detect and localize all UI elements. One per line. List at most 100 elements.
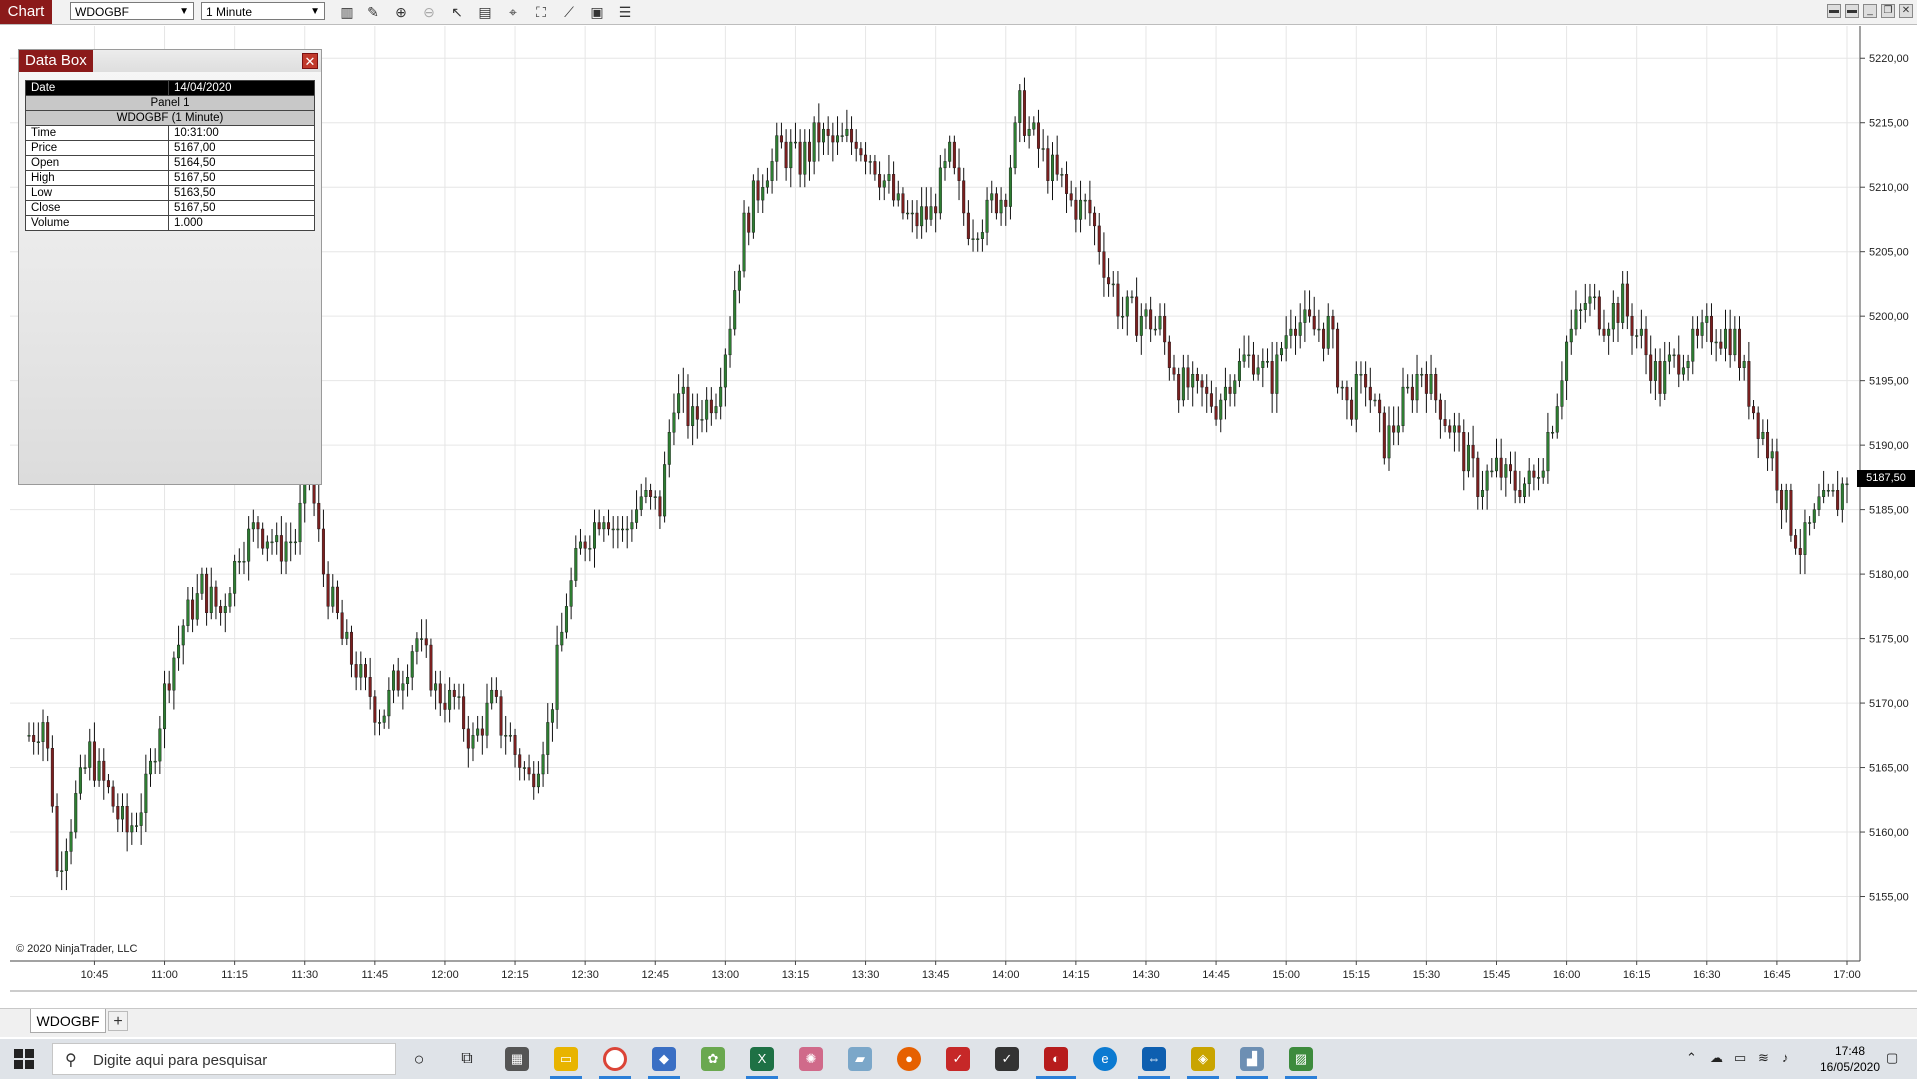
candle-body: [443, 702, 447, 710]
chevron-down-icon: ▼: [179, 6, 189, 17]
candle-body: [980, 232, 984, 239]
properties-icon[interactable]: ☰: [616, 3, 634, 21]
data-box-icon[interactable]: ▤: [476, 3, 494, 21]
app-icon[interactable]: ✓: [995, 1047, 1019, 1071]
app-icon[interactable]: ◈: [1191, 1047, 1215, 1071]
candle-body: [1667, 354, 1671, 362]
candle-body: [807, 141, 811, 162]
candle-body: [476, 728, 480, 736]
candle-body: [1410, 386, 1414, 401]
app-icon[interactable]: ▨: [1289, 1047, 1313, 1071]
candle-body: [32, 735, 36, 742]
tile-icon[interactable]: ▬: [1827, 4, 1841, 18]
candle-body: [387, 689, 391, 717]
candle-body: [803, 141, 807, 175]
candle-body: [331, 586, 335, 607]
candle-body: [1153, 328, 1157, 331]
candle-body: [1308, 309, 1312, 317]
firefox-icon[interactable]: ●: [897, 1047, 921, 1071]
candle-body: [901, 193, 905, 214]
candle-body: [1060, 174, 1064, 176]
candle-body: [1205, 386, 1209, 394]
drawing-tool-icon[interactable]: ✎: [364, 3, 382, 21]
candle-body: [976, 238, 980, 240]
candle-body: [1518, 490, 1522, 497]
clock-date[interactable]: 16/05/2020: [1810, 1060, 1890, 1074]
candle-body: [793, 141, 797, 144]
x-tick-label: 15:30: [1413, 969, 1441, 981]
data-box-window[interactable]: Data Box ✕ Date 14/04/2020 Panel 1 WDOGB…: [18, 49, 322, 485]
chart-window-tab[interactable]: Chart: [0, 0, 52, 24]
notifications-icon[interactable]: ▢: [1886, 1050, 1898, 1066]
battery-icon[interactable]: ▭: [1734, 1050, 1746, 1066]
interval-selector[interactable]: 1 Minute ▼: [201, 2, 325, 20]
candle-body: [1728, 328, 1732, 356]
file-explorer-icon[interactable]: ▭: [554, 1047, 578, 1071]
candle-body: [1354, 374, 1358, 420]
candle-body: [1602, 328, 1606, 336]
candle-body: [635, 509, 639, 523]
candle-body: [1738, 328, 1742, 368]
tile2-icon[interactable]: ▬: [1845, 4, 1859, 18]
candle-body: [621, 528, 625, 531]
x-tick-label: 13:15: [782, 969, 810, 981]
table-row: High 5167,50: [25, 170, 315, 186]
add-tab-button[interactable]: +: [108, 1011, 128, 1031]
app-icon[interactable]: ✺: [799, 1047, 823, 1071]
candle-body: [924, 206, 928, 220]
candle-body: [1742, 361, 1746, 368]
indicators-icon[interactable]: ⟋: [560, 3, 578, 21]
data-box-titlebar[interactable]: Data Box ✕: [19, 50, 321, 72]
zoom-out-icon[interactable]: ⊖: [420, 3, 438, 21]
app-icon[interactable]: ▰: [848, 1047, 872, 1071]
edge-icon[interactable]: e: [1093, 1047, 1117, 1071]
instrument-selector[interactable]: WDOGBF ▼: [70, 2, 194, 20]
excel-icon[interactable]: X: [750, 1047, 774, 1071]
close-icon[interactable]: ✕: [302, 53, 318, 69]
windows-start-icon[interactable]: [14, 1049, 34, 1069]
copyright-text: © 2020 NinjaTrader, LLC: [16, 943, 138, 955]
candle-body: [1331, 315, 1335, 330]
candle-body: [592, 522, 596, 549]
candle-body: [569, 580, 573, 607]
volume-icon[interactable]: ♪: [1782, 1050, 1789, 1065]
calculator-icon[interactable]: ▦: [505, 1047, 529, 1071]
candle-body: [1822, 490, 1826, 497]
candle-body: [1130, 296, 1134, 299]
candle-body: [1714, 341, 1718, 344]
close-icon[interactable]: ✕: [1899, 4, 1913, 18]
bar-style-icon[interactable]: ▥: [338, 3, 356, 21]
teamviewer-icon[interactable]: ⇔: [1142, 1047, 1166, 1071]
candle-body: [223, 606, 227, 613]
app-icon[interactable]: ✓: [946, 1047, 970, 1071]
app-icon[interactable]: ◆: [652, 1047, 676, 1071]
candle-body: [251, 522, 255, 530]
restore-icon[interactable]: ❐: [1881, 4, 1895, 18]
strategies-icon[interactable]: ▣: [588, 3, 606, 21]
ninjatrader-icon[interactable]: ◐: [1044, 1047, 1068, 1071]
clock-time[interactable]: 17:48: [1820, 1044, 1880, 1058]
chrome-icon[interactable]: [603, 1047, 627, 1071]
wifi-icon[interactable]: ≋: [1758, 1050, 1769, 1066]
y-tick-label: 5205,00: [1869, 247, 1909, 259]
fit-chart-icon[interactable]: ⛶: [532, 3, 550, 21]
chevron-up-icon[interactable]: ⌃: [1686, 1050, 1697, 1066]
pointer-icon[interactable]: ↖: [448, 3, 466, 21]
tab-wdogbf[interactable]: WDOGBF: [30, 1009, 106, 1033]
app-icon[interactable]: ▟: [1240, 1047, 1264, 1071]
zoom-in-icon[interactable]: ⊕: [392, 3, 410, 21]
candle-body: [69, 831, 73, 852]
crosshair-icon[interactable]: ⌖: [504, 3, 522, 21]
row-label: Open: [25, 155, 169, 171]
cloud-icon[interactable]: ☁: [1710, 1050, 1723, 1066]
candle-body: [373, 696, 377, 723]
x-tick-label: 13:30: [852, 969, 880, 981]
x-tick-label: 16:30: [1693, 969, 1721, 981]
candle-body: [1294, 328, 1298, 336]
task-view-icon[interactable]: ⧉: [455, 1047, 479, 1071]
cortana-icon[interactable]: ○: [407, 1047, 431, 1071]
minimize-icon[interactable]: _: [1863, 4, 1877, 18]
candle-body: [1018, 90, 1022, 123]
app-icon[interactable]: ✿: [701, 1047, 725, 1071]
taskbar-search-input[interactable]: ⚲ Digite aqui para pesquisar: [52, 1043, 396, 1075]
